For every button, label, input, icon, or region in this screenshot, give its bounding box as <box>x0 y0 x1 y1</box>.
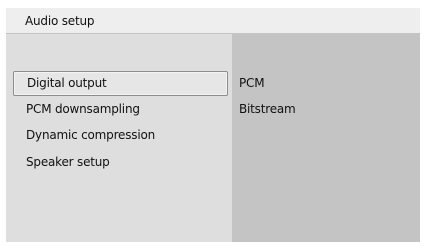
audio-setup-screen: Audio setup Digital output PCM downsampl… <box>6 8 420 242</box>
screen-title: Audio setup <box>25 14 95 28</box>
menu-item-digital-output[interactable]: Digital output <box>13 71 228 96</box>
option-pcm[interactable]: PCM <box>239 72 265 95</box>
menu-item-speaker-setup[interactable]: Speaker setup <box>13 151 228 176</box>
settings-menu: Digital output PCM downsampling Dynamic … <box>6 34 232 242</box>
title-bar: Audio setup <box>6 8 420 34</box>
options-panel: PCM Bitstream <box>232 34 420 242</box>
menu-item-pcm-downsampling[interactable]: PCM downsampling <box>13 98 228 123</box>
option-bitstream[interactable]: Bitstream <box>239 98 296 121</box>
menu-item-dynamic-compression[interactable]: Dynamic compression <box>13 124 228 149</box>
